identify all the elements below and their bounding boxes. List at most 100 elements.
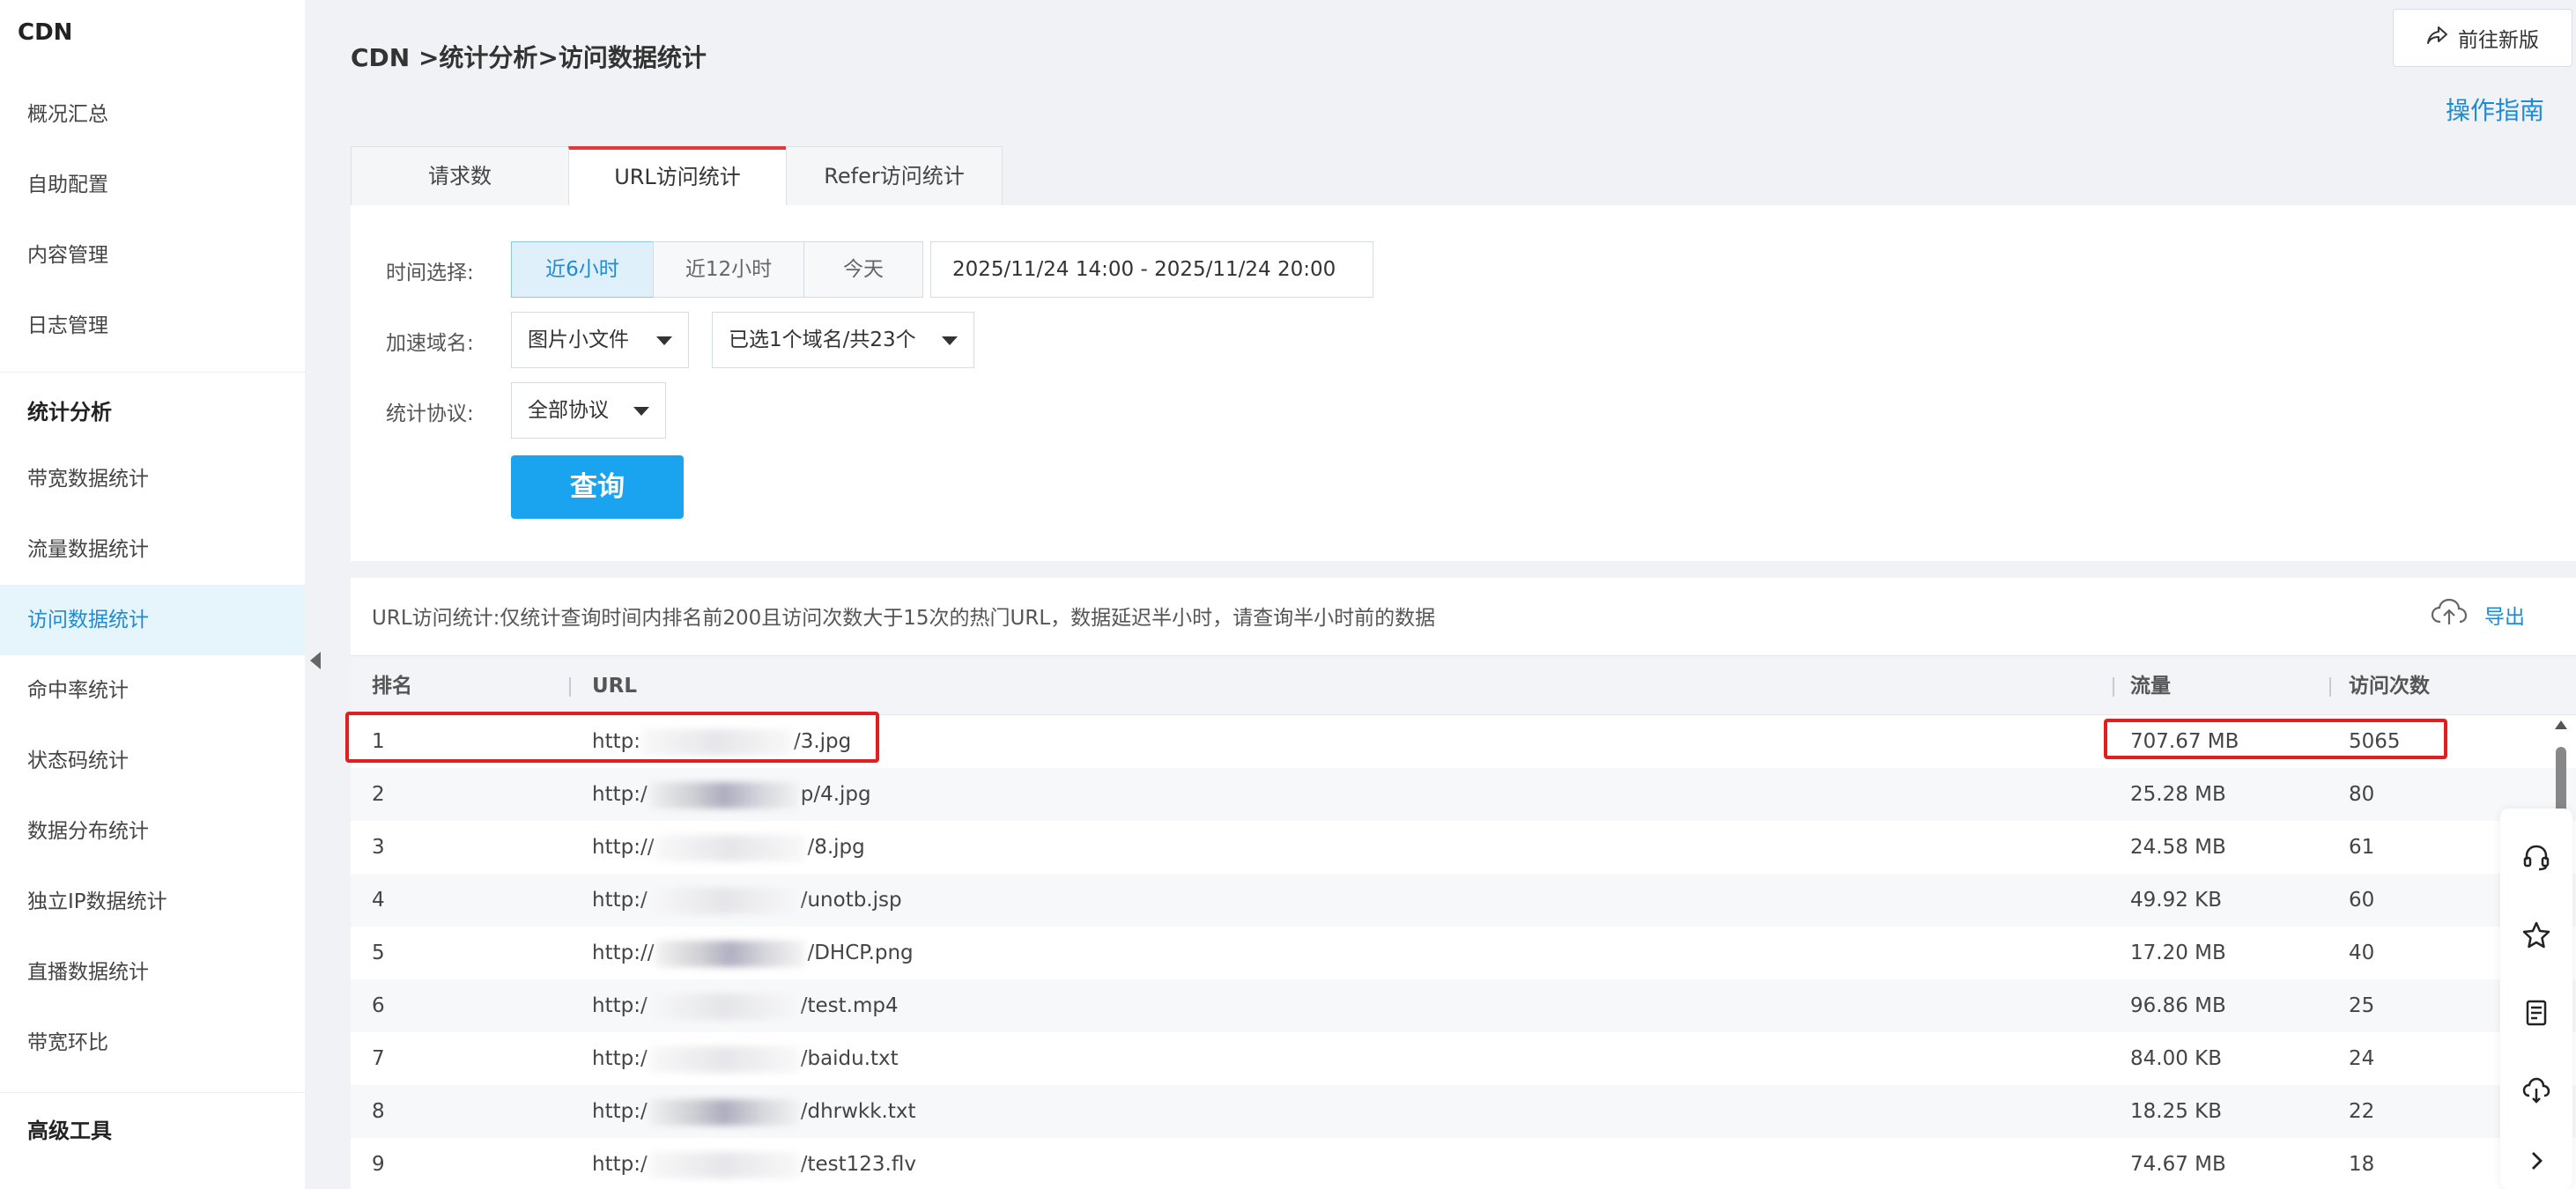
redacted-blur [655,940,806,967]
sidebar-item-content[interactable]: 内容管理 [0,220,305,291]
chevron-right-icon[interactable] [2519,1143,2554,1178]
protocol-value: 全部协议 [528,399,609,422]
domain-type-select[interactable]: 图片小文件 [511,312,689,368]
table-row[interactable]: 9 http:/ /test123.flv 74.67 MB 18 [351,1138,2576,1189]
cell-visits: 61 [2349,836,2375,859]
cell-url[interactable]: http:/ /test123.flv [592,1138,916,1189]
export-button[interactable]: 导出 [2430,597,2525,632]
url-prefix: http:// [592,836,655,859]
table-row[interactable]: 5 http:// /DHCP.png 17.20 MB 40 [351,927,2576,979]
column-header-rank[interactable]: 排名 [372,656,412,716]
cloud-upload-icon [2430,597,2469,632]
url-prefix: http:/ [592,1047,648,1070]
sidebar-divider [0,1092,305,1093]
cell-rank: 4 [372,889,385,912]
cell-url[interactable]: http:/ /dhrwkk.txt [592,1085,916,1138]
sidebar-section-stats[interactable]: 统计分析 [27,395,112,425]
cell-rank: 6 [372,994,385,1017]
cell-rank: 9 [372,1153,385,1176]
star-icon[interactable] [2519,918,2554,953]
highlight-box-metrics [2104,719,2447,759]
cell-url[interactable]: http:/ /test.mp4 [592,979,899,1032]
cell-url[interactable]: http:/ /unotb.jsp [592,874,902,927]
redacted-blur [648,1098,799,1126]
cell-url[interactable]: http:// /8.jpg [592,821,865,874]
sidebar-item-visits[interactable]: 访问数据统计 [0,585,305,655]
column-header-visits[interactable]: 访问次数 [2349,656,2430,716]
sidebar-item-hit-rate[interactable]: 命中率统计 [0,655,305,726]
floating-toolbar [2500,809,2572,1189]
table-row[interactable]: 8 http:/ /dhrwkk.txt 18.25 KB 22 [351,1085,2576,1138]
sidebar-collapse-icon[interactable] [310,652,321,669]
date-range-input[interactable]: 2025/11/24 14:00 - 2025/11/24 20:00 [930,241,1373,298]
chevron-down-icon [942,336,958,345]
sidebar-item-unique-ip[interactable]: 独立IP数据统计 [0,867,305,937]
cell-rank: 2 [372,783,385,806]
redacted-blur [648,887,799,914]
sidebar-item-distribution[interactable]: 数据分布统计 [0,796,305,867]
domain-selected-value: 已选1个域名/共23个 [729,329,916,351]
column-separator [2329,677,2331,697]
url-prefix: http:/ [592,1153,648,1176]
new-version-button[interactable]: 前往新版 [2393,9,2572,67]
time-option-today[interactable]: 今天 [803,241,923,298]
url-suffix: /test.mp4 [800,994,899,1017]
sidebar-item-bandwidth[interactable]: 带宽数据统计 [0,444,305,514]
column-separator [569,677,571,697]
table-row[interactable]: 6 http:/ /test.mp4 96.86 MB 25 [351,979,2576,1032]
tab-url-stats[interactable]: URL访问统计 [568,146,787,206]
protocol-label: 统计协议: [386,402,474,425]
headset-icon[interactable] [2519,840,2554,875]
redacted-blur [655,834,806,861]
redacted-blur [648,993,799,1020]
cloud-download-icon[interactable] [2519,1073,2554,1108]
cell-rank: 8 [372,1100,385,1123]
domain-label: 加速域名: [386,332,474,355]
share-arrow-icon [2426,25,2449,51]
time-option-6h[interactable]: 近6小时 [511,241,654,298]
new-version-label: 前往新版 [2458,29,2539,52]
table-row[interactable]: 3 http:// /8.jpg 24.58 MB 61 [351,821,2576,874]
sidebar-item-status-code[interactable]: 状态码统计 [0,726,305,796]
sidebar-divider [0,372,305,373]
table-row[interactable]: 2 http:/ p/4.jpg 25.28 MB 80 [351,768,2576,821]
url-suffix: /8.jpg [807,836,865,859]
sidebar-title: CDN [18,19,73,46]
table-row[interactable]: 4 http:/ /unotb.jsp 49.92 KB 60 [351,874,2576,927]
scroll-up-icon[interactable] [2555,720,2567,729]
cell-url[interactable]: http:// /DHCP.png [592,927,914,979]
url-prefix: http:/ [592,889,648,912]
tab-refer-stats[interactable]: Refer访问统计 [786,146,1003,206]
redacted-blur [648,1151,799,1178]
column-header-url[interactable]: URL [592,656,637,716]
cell-rank: 3 [372,836,385,859]
cell-rank: 5 [372,942,385,964]
column-separator [2113,677,2114,697]
time-option-12h[interactable]: 近12小时 [653,241,804,298]
domain-select[interactable]: 已选1个域名/共23个 [712,312,974,368]
guide-link[interactable]: 操作指南 [2446,92,2544,127]
cell-url[interactable]: http:/ /baidu.txt [592,1032,899,1085]
cell-url[interactable]: http:/ p/4.jpg [592,768,871,821]
sidebar-item-logs[interactable]: 日志管理 [0,291,305,361]
sidebar-item-bandwidth-ratio[interactable]: 带宽环比 [0,1008,305,1078]
cell-rank: 7 [372,1047,385,1070]
url-suffix: /test123.flv [800,1153,916,1176]
table-row[interactable]: 7 http:/ /baidu.txt 84.00 KB 24 [351,1032,2576,1085]
sidebar-section-tools[interactable]: 高级工具 [27,1113,112,1144]
sidebar-item-self-config[interactable]: 自助配置 [0,150,305,220]
tab-requests[interactable]: 请求数 [351,146,569,206]
sidebar-item-overview[interactable]: 概况汇总 [0,79,305,150]
sidebar-item-traffic[interactable]: 流量数据统计 [0,514,305,585]
url-prefix: http:// [592,942,655,964]
document-icon[interactable] [2519,995,2554,1030]
cell-traffic: 24.58 MB [2130,836,2226,859]
sidebar-item-live[interactable]: 直播数据统计 [0,937,305,1008]
query-button[interactable]: 查询 [511,455,684,519]
sidebar: CDN 概况汇总 自助配置 内容管理 日志管理 统计分析 带宽数据统计 流量数据… [0,0,305,1189]
column-header-traffic[interactable]: 流量 [2130,656,2171,716]
url-suffix: p/4.jpg [800,783,871,806]
protocol-select[interactable]: 全部协议 [511,382,666,439]
cell-traffic: 84.00 KB [2130,1047,2223,1070]
table-header: 排名 URL 流量 访问次数 [351,655,2576,715]
